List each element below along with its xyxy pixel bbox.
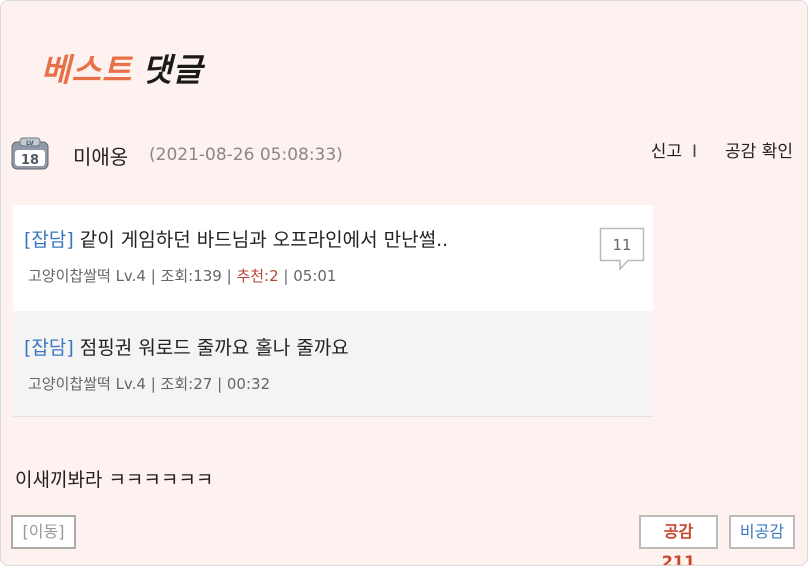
post-title[interactable]: [잡담] 점핑권 워로드 줄까요 홀나 줄까요 [24, 333, 349, 360]
comment-author-name[interactable]: 미애옹 [73, 141, 128, 170]
best-comment-heading: 베스트 댓글 [41, 45, 203, 91]
post-title[interactable]: [잡담] 같이 게임하던 바드님과 오프라인에서 만난썰.. [24, 225, 448, 252]
post-views: 조회:27 [160, 375, 213, 393]
post-recommend: 추천:2 [236, 267, 279, 285]
post-author: 고양이찹쌀떡 Lv.4 [28, 375, 146, 393]
post-category: [잡담] [24, 337, 74, 359]
post-time: 05:01 [293, 267, 337, 285]
level-badge-icon: LV 18 [11, 137, 49, 171]
post-views: 조회:139 [160, 267, 222, 285]
best-comment-panel: 베스트 댓글 LV 18 미애옹 (2021-08-26 05:08:33) 신고… [0, 0, 808, 566]
post-time: 00:32 [226, 375, 271, 393]
empathy-check-link[interactable]: 공감 확인 [725, 137, 793, 162]
comment-header: LV 18 미애옹 (2021-08-26 05:08:33) 신고 I 공감 확인 [11, 137, 793, 177]
post-author: 고양이찹쌀떡 Lv.4 [28, 267, 146, 285]
post-meta: 고양이찹쌀떡 Lv.4 | 조회:139 | 추천:2 | 05:01 [28, 267, 337, 285]
related-post-2[interactable]: [잡담] 점핑권 워로드 줄까요 홀나 줄까요 고양이찹쌀떡 Lv.4 | 조회:… [13, 313, 653, 417]
post-meta: 고양이찹쌀떡 Lv.4 | 조회:27 | 00:32 [28, 375, 271, 393]
comment-count-bubble[interactable]: 11 [599, 227, 645, 271]
related-post-1[interactable]: [잡담] 같이 게임하던 바드님과 오프라인에서 만난썰.. 고양이찹쌀떡 Lv.… [13, 205, 653, 311]
level-number: 18 [21, 153, 39, 168]
comment-actions: 신고 I 공감 확인 [651, 137, 793, 162]
post-title-text: 같이 게임하던 바드님과 오프라인에서 만난썰.. [79, 229, 449, 251]
move-button[interactable]: [이동] [11, 515, 76, 549]
post-title-text: 점핑권 워로드 줄까요 홀나 줄까요 [79, 337, 349, 359]
svg-text:LV: LV [26, 140, 34, 147]
action-separator: I [692, 142, 698, 162]
comment-count: 11 [612, 236, 632, 254]
post-category: [잡담] [24, 229, 74, 251]
report-link[interactable]: 신고 [651, 137, 682, 162]
best-heading-part1: 베스트 [41, 51, 133, 89]
best-heading-part2: 댓글 [142, 51, 204, 89]
comment-text: 이새끼봐라 ㅋㅋㅋㅋㅋㅋ [15, 469, 214, 491]
comment-date: (2021-08-26 05:08:33) [149, 145, 343, 165]
dislike-button[interactable]: 비공감 [729, 515, 795, 549]
like-button[interactable]: 공감 211 [639, 515, 718, 565]
